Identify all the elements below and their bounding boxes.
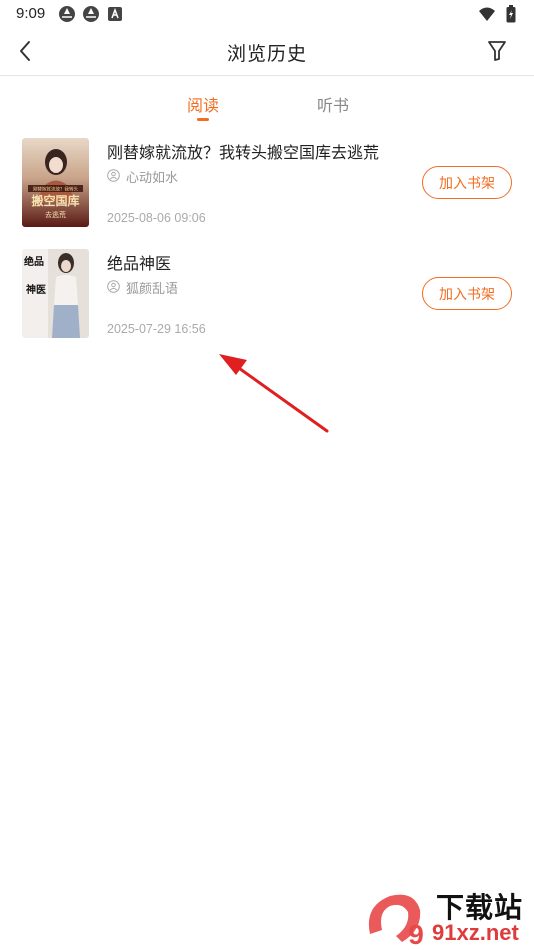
user-icon	[107, 167, 120, 186]
user-icon	[107, 278, 120, 297]
book-cover[interactable]: 绝品 神医	[22, 249, 89, 338]
watermark-logo-text: 9	[408, 919, 424, 948]
cover-text-line1: 绝品	[24, 255, 44, 268]
add-to-shelf-button[interactable]: 加入书架	[422, 166, 512, 199]
book-title: 绝品神医	[107, 254, 172, 273]
list-item[interactable]: 绝品 神医 绝品神医 狐颜乱语 2025-07-29 16:56 加入书架	[0, 249, 534, 360]
status-icons-left	[58, 5, 124, 23]
status-time: 9:09	[16, 5, 46, 22]
cover-text-tail: 去逃荒	[45, 210, 66, 219]
author-line: 心动如水	[107, 167, 178, 186]
tab-reading[interactable]: 阅读	[187, 92, 219, 116]
watermark-url: 91xz.net	[432, 920, 519, 945]
cover-text-title: 搬空国库	[31, 193, 79, 208]
read-timestamp: 2025-08-06 09:06	[107, 211, 206, 225]
watermark-logo-icon: 9	[368, 894, 424, 948]
book-title: 刚替嫁就流放？我转头搬空国库去逃荒	[107, 143, 380, 162]
list-item[interactable]: 刚替嫁就流放？我转头 搬空国库 去逃荒 刚替嫁就流放？我转头搬空国库去逃荒 心动…	[0, 138, 534, 249]
filter-button[interactable]	[482, 38, 512, 68]
add-to-shelf-button[interactable]: 加入书架	[422, 277, 512, 310]
tab-bar: 阅读 听书	[0, 88, 534, 124]
history-list: 刚替嫁就流放？我转头 搬空国库 去逃荒 刚替嫁就流放？我转头搬空国库去逃荒 心动…	[0, 138, 534, 360]
a-badge-icon	[106, 5, 124, 23]
active-tab-indicator	[197, 118, 209, 121]
cover-text-subtitle: 刚替嫁就流放？我转头	[33, 186, 78, 193]
filter-icon	[487, 40, 507, 66]
battery-icon	[502, 5, 520, 23]
author-name: 心动如水	[126, 171, 179, 186]
page-title: 浏览历史	[226, 43, 307, 65]
book-cover[interactable]: 刚替嫁就流放？我转头 搬空国库 去逃荒	[22, 138, 89, 227]
status-icons-right	[478, 5, 520, 23]
author-name: 狐颜乱语	[126, 282, 179, 297]
tab-listening[interactable]: 听书	[317, 92, 349, 116]
watermark: 9 下载站 91xz.net	[362, 886, 534, 948]
aperture-icon	[58, 5, 76, 23]
read-timestamp: 2025-07-29 16:56	[107, 322, 206, 336]
author-line: 狐颜乱语	[107, 278, 178, 297]
header: 浏览历史	[0, 30, 534, 76]
wifi-icon	[478, 5, 496, 23]
status-bar: 9:09	[0, 0, 534, 30]
aperture-icon	[82, 5, 100, 23]
cover-text-line2: 神医	[26, 283, 46, 296]
